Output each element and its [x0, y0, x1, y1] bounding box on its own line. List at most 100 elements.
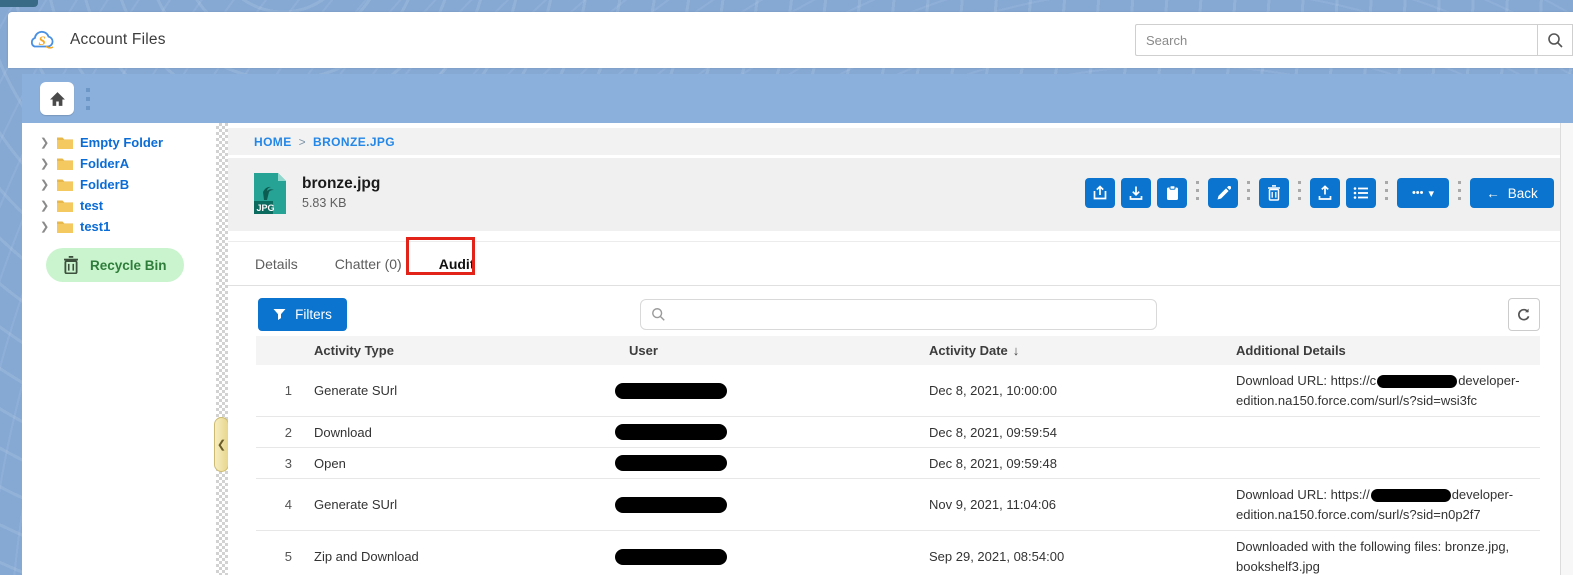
svg-text:S: S: [39, 33, 46, 48]
folder-label: test1: [80, 219, 110, 234]
search-icon: [1547, 32, 1564, 49]
header-additional-details[interactable]: Additional Details: [1236, 343, 1540, 358]
toolbar-separator: [1247, 181, 1250, 205]
sidebar-folder-empty-folder[interactable]: ❯ Empty Folder: [22, 132, 216, 153]
pencil-icon: [1216, 186, 1231, 201]
clipboard-button[interactable]: [1157, 178, 1187, 208]
folder-icon: [57, 220, 73, 233]
back-button[interactable]: ← Back: [1470, 178, 1554, 208]
filter-funnel-icon: [273, 308, 286, 321]
vertical-scrollbar[interactable]: [1560, 123, 1573, 575]
table-row: 3 Open Dec 8, 2021, 09:59:48: [256, 448, 1540, 479]
home-button[interactable]: [40, 82, 74, 115]
folder-icon: [57, 157, 73, 170]
redacted-user: [615, 455, 727, 471]
account-files-app: S Account Files ❯: [0, 0, 1573, 575]
filters-button[interactable]: Filters: [258, 298, 347, 331]
recycle-bin-label: Recycle Bin: [90, 258, 167, 273]
strip-kebab-menu-icon[interactable]: [86, 88, 90, 110]
cell-additional-details: Download URL: https://developer-edition.…: [1236, 485, 1540, 524]
audit-table-header: Activity Type User Activity Date↓ Additi…: [256, 336, 1540, 365]
table-row: 4 Generate SUrl Nov 9, 2021, 11:04:06 Do…: [256, 479, 1540, 531]
global-search-input[interactable]: [1135, 24, 1537, 56]
folder-icon: [57, 178, 73, 191]
download-button[interactable]: [1121, 178, 1151, 208]
chevron-right-icon[interactable]: ❯: [40, 199, 50, 212]
toolbar-separator: [1458, 181, 1461, 205]
redacted-user: [615, 497, 727, 513]
open-in-window-button[interactable]: [1085, 178, 1115, 208]
chevron-right-icon[interactable]: ❯: [40, 220, 50, 233]
file-actions-toolbar: ••• ▾ ← Back: [1085, 178, 1554, 208]
toolbar-separator: [1298, 181, 1301, 205]
main-panel: ❯ Empty Folder ❯ FolderA ❯ FolderB: [22, 74, 1573, 575]
home-icon: [49, 91, 66, 107]
back-label: Back: [1508, 186, 1538, 201]
row-index: 3: [256, 456, 314, 471]
refresh-icon: [1516, 307, 1532, 323]
sidebar-folder-test1[interactable]: ❯ test1: [22, 216, 216, 237]
header-activity-type[interactable]: Activity Type: [314, 343, 629, 358]
sidebar-splitter[interactable]: ❮: [216, 123, 228, 575]
audit-search-input[interactable]: [640, 299, 1157, 330]
breadcrumb-home-link[interactable]: HOME: [254, 135, 292, 149]
cell-activity-type: Generate SUrl: [314, 383, 629, 398]
cell-activity-type: Generate SUrl: [314, 497, 629, 512]
list-icon: [1353, 186, 1369, 200]
sidebar-folder-folderb[interactable]: ❯ FolderB: [22, 174, 216, 195]
app-logo: S Account Files: [26, 29, 166, 51]
folder-label: Empty Folder: [80, 135, 163, 150]
download-icon: [1128, 185, 1144, 201]
caret-down-icon: ▾: [1429, 187, 1435, 200]
navigation-strip: [22, 74, 1573, 123]
tab-details[interactable]: Details: [255, 256, 298, 272]
global-search-button[interactable]: [1537, 24, 1573, 56]
search-icon: [651, 307, 666, 322]
redacted-user: [615, 383, 727, 399]
cloud-s-logo-icon: S: [26, 29, 58, 51]
file-detail-content: HOME > BRONZE.JPG JPG bronze.jpg 5.83 KB: [228, 123, 1560, 575]
table-row: 5 Zip and Download Sep 29, 2021, 08:54:0…: [256, 531, 1540, 575]
list-view-button[interactable]: [1346, 178, 1376, 208]
filters-label: Filters: [295, 307, 332, 322]
file-header: JPG bronze.jpg 5.83 KB: [228, 158, 1560, 231]
row-index: 4: [256, 497, 314, 512]
toolbar-separator: [1385, 181, 1388, 205]
cell-activity-date: Dec 8, 2021, 09:59:48: [929, 456, 1236, 471]
sort-desc-icon: ↓: [1013, 343, 1020, 358]
redacted-text: [1371, 489, 1451, 502]
folder-label: FolderB: [80, 177, 129, 192]
window-corner: [0, 0, 38, 7]
row-index: 5: [256, 549, 314, 564]
sidebar-collapse-handle[interactable]: ❮: [214, 417, 229, 472]
breadcrumb-current-link[interactable]: BRONZE.JPG: [313, 135, 395, 149]
tab-audit[interactable]: Audit: [439, 256, 475, 272]
upload-button[interactable]: [1310, 178, 1340, 208]
folder-icon: [57, 136, 73, 149]
sidebar-folder-foldera[interactable]: ❯ FolderA: [22, 153, 216, 174]
cell-additional-details: Downloaded with the following files: bro…: [1236, 537, 1540, 575]
chevron-right-icon[interactable]: ❯: [40, 178, 50, 191]
upload-icon: [1317, 185, 1333, 201]
redacted-user: [615, 549, 727, 565]
clipboard-icon: [1165, 185, 1180, 201]
back-arrow-icon: ←: [1486, 186, 1500, 201]
more-actions-button[interactable]: ••• ▾: [1397, 178, 1449, 208]
table-row: 1 Generate SUrl Dec 8, 2021, 10:00:00 Do…: [256, 365, 1540, 417]
header-activity-date[interactable]: Activity Date↓: [929, 343, 1236, 358]
refresh-button[interactable]: [1508, 298, 1540, 331]
sidebar-folder-test[interactable]: ❯ test: [22, 195, 216, 216]
edit-button[interactable]: [1208, 178, 1238, 208]
trash-icon: [63, 256, 79, 274]
chevron-right-icon[interactable]: ❯: [40, 136, 50, 149]
file-size: 5.83 KB: [302, 196, 346, 210]
tab-chatter[interactable]: Chatter (0): [335, 256, 402, 272]
header-user[interactable]: User: [629, 343, 929, 358]
chevron-right-icon[interactable]: ❯: [40, 157, 50, 170]
audit-table: Activity Type User Activity Date↓ Additi…: [256, 336, 1540, 575]
delete-button[interactable]: [1259, 178, 1289, 208]
jpg-file-icon: JPG: [253, 172, 287, 215]
cell-activity-type: Open: [314, 456, 629, 471]
row-index: 1: [256, 383, 314, 398]
recycle-bin-button[interactable]: Recycle Bin: [46, 248, 184, 282]
